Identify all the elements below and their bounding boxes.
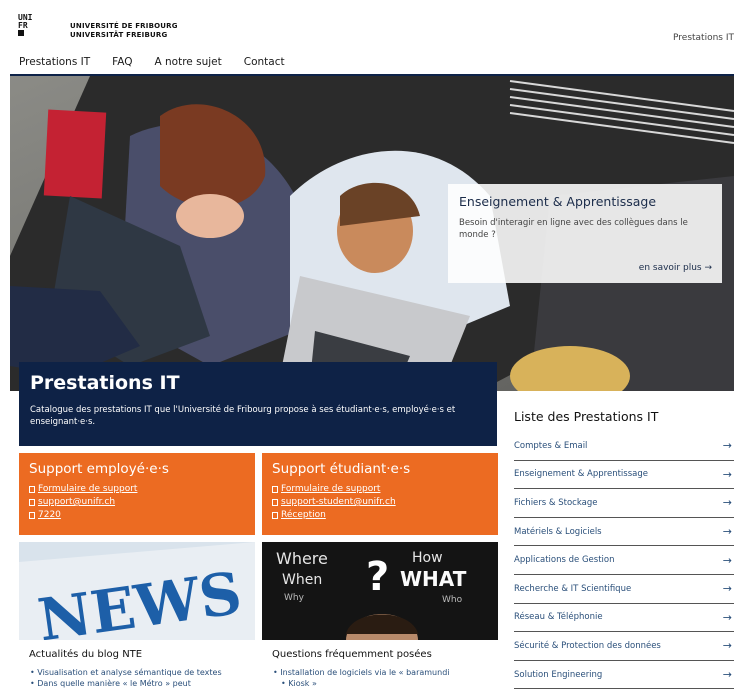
arrow-right-icon: → <box>722 553 732 567</box>
sidebar-item-management[interactable]: Applications de Gestion → <box>514 546 734 575</box>
faq-word-where: Where <box>276 549 328 568</box>
top-right-link[interactable]: Prestations IT <box>673 33 734 43</box>
form-icon <box>272 486 278 493</box>
nav-item-prestations[interactable]: Prestations IT <box>19 56 90 68</box>
faq-item[interactable]: Installation de logiciels via le « baram… <box>273 667 449 678</box>
sidebar-item-security[interactable]: Sécurité & Protection des données → <box>514 632 734 661</box>
hero-card-title: Enseignement & Apprentissage <box>459 194 657 209</box>
university-name[interactable]: UNIVERSITÉ DE FRIBOURG UNIVERSITÄT FREIB… <box>70 22 178 40</box>
university-name-de: UNIVERSITÄT FREIBURG <box>70 31 168 39</box>
faq-list: Installation de logiciels via le « baram… <box>273 667 450 689</box>
unifr-logo[interactable]: UNI FR <box>18 14 32 38</box>
faq-word-why: Why <box>284 593 305 603</box>
arrow-right-icon: → <box>722 496 732 510</box>
email-icon <box>272 499 278 506</box>
faq-word-who: Who <box>442 595 463 605</box>
faq-image[interactable]: Where How When WHAT Why Who ? <box>262 542 498 640</box>
sidebar-item-label: Enseignement & Apprentissage <box>514 469 648 480</box>
location-icon <box>272 512 278 519</box>
arrow-right-icon: → <box>722 467 732 481</box>
page-intro: Catalogue des prestations IT que l'Unive… <box>30 405 456 427</box>
arrow-right-icon: → <box>722 610 732 624</box>
intro-panel: Prestations IT Catalogue des prestations… <box>19 362 497 446</box>
support-students-form-link[interactable]: Formulaire de support <box>281 483 380 496</box>
arrow-right-icon: → <box>722 639 732 653</box>
hero-teaser-card[interactable]: Enseignement & Apprentissage Besoin d'in… <box>448 184 722 283</box>
sidebar-item-files[interactable]: Fichiers & Stockage → <box>514 489 734 518</box>
support-students-title: Support étudiant·e·s <box>272 461 411 477</box>
blog-item[interactable]: Dans quelle manière « le Métro » peut <box>30 678 222 689</box>
phone-icon <box>29 512 35 519</box>
sidebar-item-label: Sécurité & Protection des données <box>514 640 661 651</box>
question-mark-icon: ? <box>366 554 389 600</box>
nav-item-about[interactable]: A notre sujet <box>155 56 222 68</box>
logo-line-2: FR <box>18 21 28 30</box>
sidebar-item-network[interactable]: Réseau & Téléphonie → <box>514 604 734 633</box>
arrow-right-icon: → <box>722 525 732 539</box>
support-students-box: Support étudiant·e·s Formulaire de suppo… <box>262 453 498 535</box>
support-students-reception-link[interactable]: Réception <box>281 509 326 522</box>
sidebar-title: Liste des Prestations IT <box>514 409 659 424</box>
sidebar-item-label: Solution Engineering <box>514 669 603 680</box>
sidebar-item-label: Matériels & Logiciels <box>514 526 602 537</box>
hero-card-text: Besoin d'interagir en ligne avec des col… <box>459 218 688 240</box>
nav-item-contact[interactable]: Contact <box>244 56 285 68</box>
logo-block-icon <box>18 30 24 36</box>
sidebar-item-label: Comptes & Email <box>514 440 588 451</box>
arrow-right-icon: → <box>722 582 732 596</box>
sidebar-item-research[interactable]: Recherche & IT Scientifique → <box>514 575 734 604</box>
email-icon <box>29 499 35 506</box>
sidebar-item-teaching[interactable]: Enseignement & Apprentissage → <box>514 461 734 490</box>
support-staff-email-link[interactable]: support@unifr.ch <box>38 496 115 509</box>
page-title: Prestations IT <box>30 372 180 394</box>
faq-item-continued[interactable]: Kiosk » <box>273 678 450 689</box>
hero-card-more-link[interactable]: en savoir plus → <box>639 263 712 273</box>
support-staff-phone-link[interactable]: 7220 <box>38 509 61 522</box>
support-staff-form-link[interactable]: Formulaire de support <box>38 483 137 496</box>
nav-item-faq[interactable]: FAQ <box>112 56 132 68</box>
support-staff-title: Support employé·e·s <box>29 461 169 477</box>
sidebar-item-label: Applications de Gestion <box>514 555 615 566</box>
blog-list: Visualisation et analyse sémantique de t… <box>30 667 222 689</box>
blog-title[interactable]: Actualités du blog NTE <box>29 649 142 660</box>
sidebar-item-label: Réseau & Téléphonie <box>514 612 603 623</box>
news-image[interactable]: NEWS <box>19 542 255 640</box>
sidebar-list: Comptes & Email → Enseignement & Apprenti… <box>514 432 734 690</box>
faq-word-when: When <box>282 572 322 588</box>
form-icon <box>29 486 35 493</box>
support-staff-box: Support employé·e·s Formulaire de suppor… <box>19 453 255 535</box>
arrow-right-icon: → <box>722 439 732 453</box>
faq-word-what: WHAT <box>400 567 467 591</box>
faq-word-how: How <box>412 550 443 566</box>
sidebar-item-label: Recherche & IT Scientifique <box>514 583 632 594</box>
sidebar-item-label: Fichiers & Stockage <box>514 497 598 508</box>
sidebar-item-accounts[interactable]: Comptes & Email → <box>514 432 734 461</box>
support-students-email-link[interactable]: support-student@unifr.ch <box>281 496 396 509</box>
faq-title[interactable]: Questions fréquemment posées <box>272 649 432 660</box>
sidebar-item-hardware[interactable]: Matériels & Logiciels → <box>514 518 734 547</box>
main-nav: Prestations IT FAQ A notre sujet Contact <box>19 56 285 68</box>
sidebar-item-solution-engineering[interactable]: Solution Engineering → <box>514 661 734 690</box>
university-name-fr: UNIVERSITÉ DE FRIBOURG <box>70 22 178 30</box>
blog-item[interactable]: Visualisation et analyse sémantique de t… <box>30 667 221 678</box>
arrow-right-icon: → <box>722 668 732 682</box>
